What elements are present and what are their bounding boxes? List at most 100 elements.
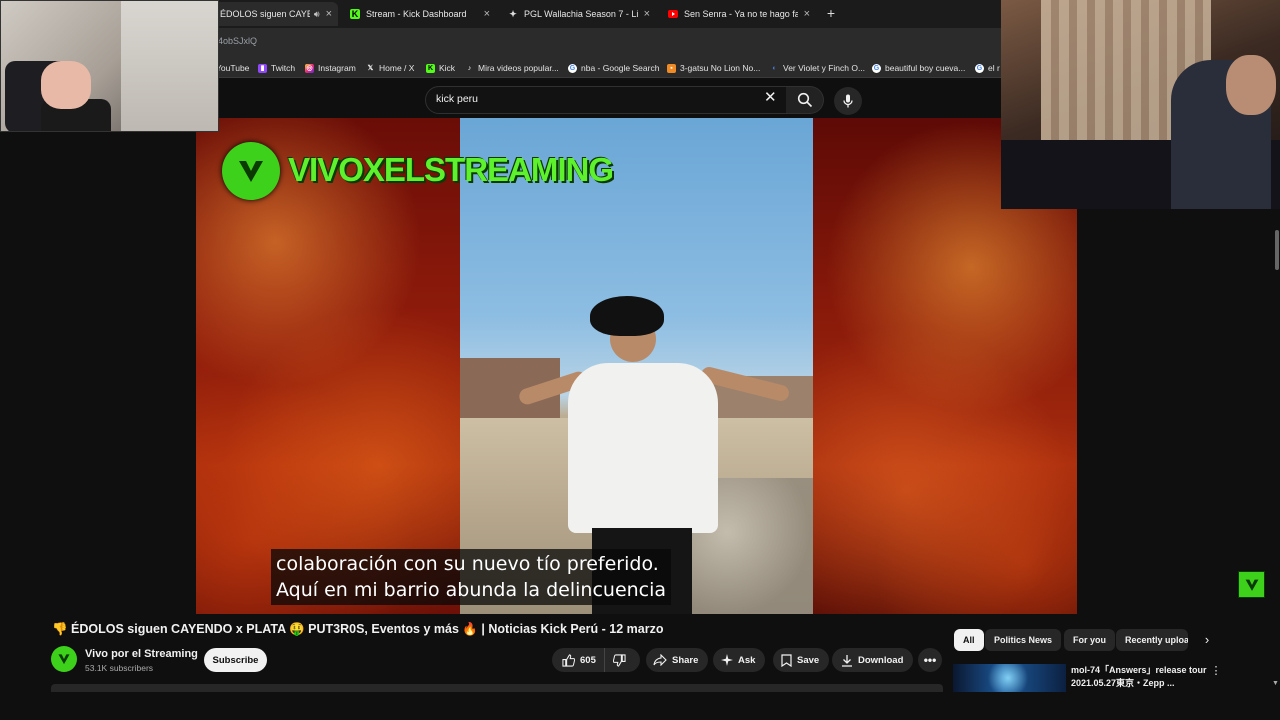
tab-title: ÉDOLOS siguen CAYENDO: [220, 9, 310, 19]
bookmark-icon: ◐: [772, 64, 777, 72]
video-frame-scene: [460, 118, 813, 614]
brand-overlay-text: VIVOXELSTREAMING: [288, 151, 614, 188]
bookmark-google-nba[interactable]: G nba - Google Search: [568, 61, 659, 75]
tab-kick-dashboard[interactable]: K Stream - Kick Dashboard ×: [344, 2, 496, 26]
download-button[interactable]: Download: [832, 648, 914, 672]
scrollbar-thumb[interactable]: [1275, 230, 1279, 270]
bookmark-kick[interactable]: K Kick: [426, 61, 455, 75]
v-logo-icon: [239, 161, 263, 182]
subtitle-line: Aquí en mi barrio abunda la delincuencia: [276, 579, 667, 601]
share-icon: [653, 654, 667, 666]
channel-logo-overlay: [222, 142, 280, 200]
share-button[interactable]: Share: [646, 648, 709, 672]
google-icon: G: [975, 63, 984, 73]
speaker-icon[interactable]: 🔊︎: [314, 9, 320, 20]
thumbnail-glow: [983, 664, 1033, 692]
bookmark-google-cueva[interactable]: G beautiful boy cueva...: [872, 61, 965, 75]
liquipedia-icon: ✦: [509, 8, 517, 19]
chip-recently-uploaded[interactable]: Recently uploaded: [1116, 629, 1188, 651]
close-icon[interactable]: ×: [644, 8, 650, 20]
bookmark-tiktok[interactable]: ♪ Mira videos popular...: [465, 61, 559, 75]
more-horizontal-icon: •••: [923, 653, 937, 667]
search-input[interactable]: [436, 93, 746, 105]
bookmark-x[interactable]: 𝕏 Home / X: [366, 61, 415, 75]
thumbs-down-icon: [612, 653, 626, 667]
bookmark-3-gatsu[interactable]: ▪ 3-gatsu No Lion No...: [667, 61, 760, 75]
microphone-icon: [843, 94, 853, 108]
person-shirt: [568, 363, 718, 533]
search-button[interactable]: [786, 86, 824, 114]
search-icon: [797, 92, 812, 108]
scroll-down-icon[interactable]: ▼: [1272, 680, 1279, 687]
bookmark-twitch[interactable]: ▮ Twitch: [258, 61, 295, 75]
person-hat: [590, 296, 664, 336]
chevron-right-icon[interactable]: ›: [1199, 632, 1215, 648]
tiktok-icon: ♪: [467, 64, 472, 72]
search-box[interactable]: [425, 86, 787, 114]
channel-name[interactable]: Vivo por el Streaming: [85, 648, 198, 660]
youtube-icon: [668, 9, 678, 19]
like-dislike-group: 605: [552, 648, 640, 672]
chip-politics-news[interactable]: Politics News: [985, 629, 1062, 651]
like-count: 605: [580, 654, 596, 666]
webcam-overlay-left: [0, 0, 219, 132]
x-icon: 𝕏: [367, 65, 374, 72]
webcam-wall: [121, 1, 218, 131]
description-box[interactable]: [51, 684, 943, 692]
close-icon[interactable]: ×: [484, 8, 490, 20]
video-title: 👎 ÉDOLOS siguen CAYENDO x PLATA 🤑 PUT3R0…: [52, 622, 664, 636]
video-player[interactable]: VIVOXELSTREAMING colaboración con su nue…: [196, 118, 1077, 614]
bookmark-label: beautiful boy cueva...: [885, 63, 966, 73]
webcam-head: [1226, 55, 1276, 115]
subscriber-count: 53.1K subscribers: [85, 663, 154, 673]
bookmark-label: Instagram: [318, 63, 356, 73]
save-button[interactable]: Save: [773, 648, 830, 672]
subscribe-button[interactable]: Subscribe: [204, 648, 267, 672]
chip-for-you[interactable]: For you: [1064, 629, 1115, 651]
google-icon: G: [568, 63, 577, 73]
pig-mask: [41, 61, 91, 109]
tab-youtube-music[interactable]: Sen Senra - Ya no te hago falta ×: [662, 2, 816, 26]
bookmark-google-el[interactable]: G el r: [975, 61, 1000, 75]
ask-button[interactable]: Ask: [713, 648, 766, 672]
tab-title: PGL Wallachia Season 7 - Liquip: [524, 9, 638, 19]
tab-youtube-video[interactable]: ÉDOLOS siguen CAYENDO 🔊︎ ×: [214, 2, 338, 26]
clear-search-icon[interactable]: ✕: [764, 90, 777, 106]
kick-icon: K: [350, 9, 360, 19]
bookmark-label: nba - Google Search: [581, 63, 660, 73]
bookmark-violet-finch[interactable]: ◐ Ver Violet y Finch O...: [770, 61, 865, 75]
more-actions-button[interactable]: •••: [918, 648, 942, 672]
channel-watermark[interactable]: [1238, 571, 1265, 598]
close-icon[interactable]: ×: [804, 8, 810, 20]
dislike-button[interactable]: [605, 648, 634, 672]
twitch-icon: ▮: [258, 63, 267, 73]
google-icon: G: [872, 63, 881, 73]
voice-search-button[interactable]: [834, 87, 862, 115]
bookmark-icon: ▪: [667, 63, 676, 73]
recommended-video-thumbnail[interactable]: [953, 664, 1066, 692]
webcam-overlay-right: [1001, 0, 1280, 209]
more-vertical-icon[interactable]: ⋮: [1210, 664, 1222, 677]
tab-title: Stream - Kick Dashboard: [366, 9, 467, 19]
new-tab-button[interactable]: +: [824, 4, 838, 22]
bookmark-label: YouTube: [216, 63, 250, 73]
chip-all[interactable]: All: [954, 629, 984, 651]
v-logo-icon: [58, 654, 70, 665]
bookmark-label: Mira videos popular...: [478, 63, 559, 73]
recommended-video-title[interactable]: mol-74「Answers」release tour 2021.05.27東京…: [1071, 664, 1211, 690]
url-text[interactable]: 4obSJxlQ: [218, 36, 257, 46]
bookmark-label: 3-gatsu No Lion No...: [680, 63, 761, 73]
bookmark-youtube[interactable]: YouTube: [216, 61, 249, 75]
subtitles: colaboración con su nuevo tío preferido.…: [271, 549, 672, 605]
bookmark-instagram[interactable]: ◎ Instagram: [305, 61, 356, 75]
like-button[interactable]: 605: [552, 648, 605, 672]
close-icon[interactable]: ×: [326, 8, 332, 20]
kick-icon: K: [426, 63, 435, 73]
bookmark-label: Kick: [439, 63, 456, 73]
instagram-icon: ◎: [305, 63, 314, 73]
screen: ÉDOLOS siguen CAYENDO 🔊︎ × K Stream - Ki…: [0, 0, 1280, 720]
channel-avatar[interactable]: [51, 646, 77, 672]
bookmark-label: Home / X: [379, 63, 415, 73]
share-label: Share: [672, 654, 699, 666]
tab-liquipedia[interactable]: ✦ PGL Wallachia Season 7 - Liquip ×: [502, 2, 656, 26]
